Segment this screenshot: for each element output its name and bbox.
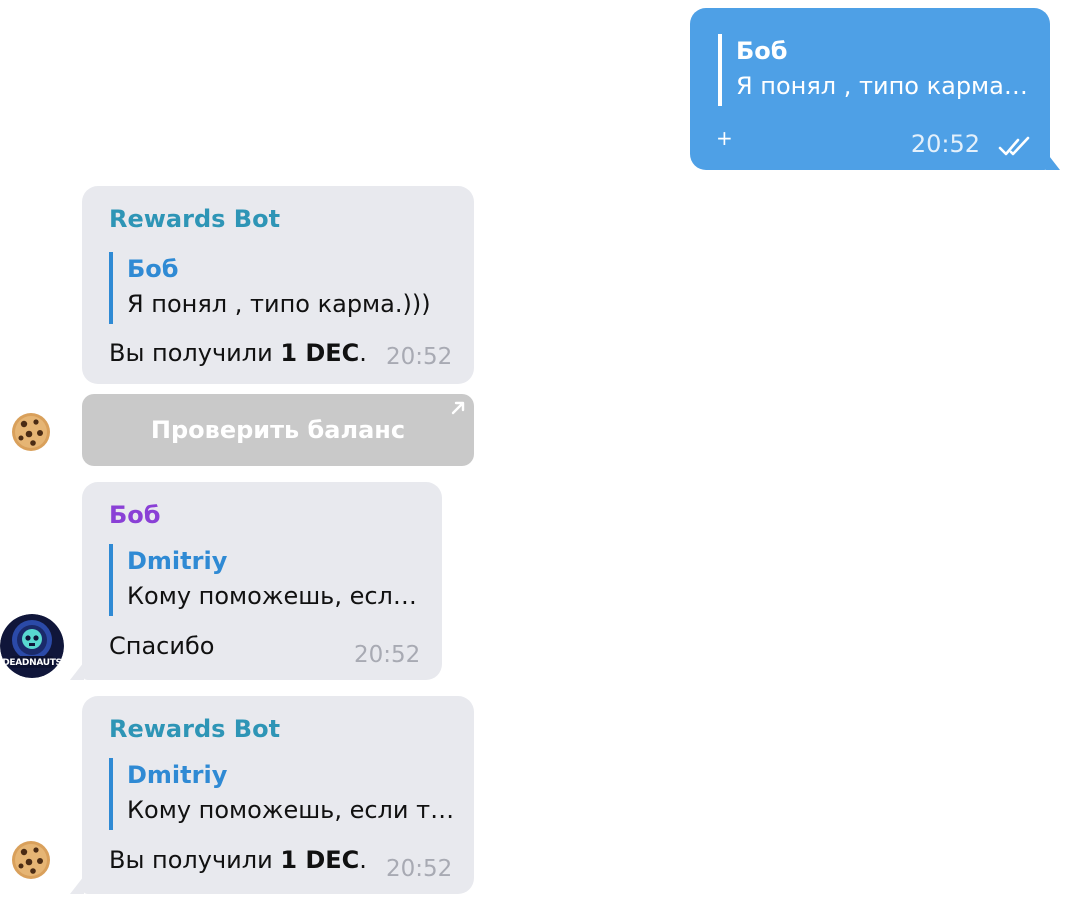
bubble-tail: [70, 662, 84, 680]
plus-icon: +: [716, 126, 733, 150]
reply-author: Dmitriy: [127, 547, 228, 575]
cookie-icon[interactable]: [11, 840, 51, 880]
bubble-tail: [70, 876, 84, 894]
chat-history: Боб Я понял , типо карма… + 20:52 Reward…: [0, 0, 1068, 902]
message-text: Спасибо: [109, 632, 215, 660]
reply-author: Боб: [127, 255, 179, 283]
bubble-tail: [1046, 152, 1060, 170]
sender-name[interactable]: Rewards Bot: [109, 712, 280, 746]
message-text-suffix: .: [359, 846, 367, 874]
reply-quote[interactable]: Dmitriy Кому поможешь, есл…: [109, 544, 417, 616]
reply-quote[interactable]: Боб Я понял , типо карма.))): [109, 252, 431, 324]
reply-quote[interactable]: Боб Я понял , типо карма…: [718, 34, 1028, 106]
user-message-bubble[interactable]: Боб Dmitriy Кому поможешь, есл… Спасибо …: [70, 482, 442, 680]
message-text-suffix: .: [359, 339, 367, 367]
reply-text: Кому поможешь, есл…: [127, 582, 417, 610]
deadnaut-avatar[interactable]: DEADNAUTS: [0, 614, 64, 678]
message-text: Вы получили 1 DEC.: [109, 843, 367, 877]
reply-text: Я понял , типо карма…: [736, 72, 1028, 100]
bot-message-bubble[interactable]: Rewards Bot Dmitriy Кому поможешь, если …: [70, 696, 474, 894]
check-balance-button[interactable]: Проверить баланс: [82, 394, 474, 466]
reply-author: Боб: [736, 37, 788, 65]
reply-author: Dmitriy: [127, 761, 228, 789]
message-text: Вы получили 1 DEC.: [109, 336, 367, 370]
message-time: 20:52: [910, 130, 980, 158]
bot-message-bubble[interactable]: Rewards Bot Боб Я понял , типо карма.)))…: [82, 186, 474, 384]
cookie-icon[interactable]: [11, 412, 51, 452]
avatar-text: DEADNAUTS: [2, 658, 62, 668]
outgoing-message-bubble[interactable]: Боб Я понял , типо карма… + 20:52: [690, 8, 1060, 170]
reply-text: Я понял , типо карма.))): [127, 290, 431, 318]
message-text-prefix: Вы получили: [109, 339, 281, 367]
reply-text: Кому поможешь, если т…: [127, 796, 455, 824]
message-time: 20:52: [354, 642, 421, 668]
reply-quote[interactable]: Dmitriy Кому поможешь, если т…: [109, 758, 454, 830]
double-check-icon: [998, 136, 1030, 156]
astronaut-skull-icon: [0, 614, 64, 678]
message-text-prefix: Вы получили: [109, 846, 281, 874]
sender-name[interactable]: Боб: [109, 498, 161, 532]
message-text-amount: 1 DEC: [280, 339, 360, 367]
button-label: Проверить баланс: [150, 416, 406, 444]
message-time: 20:52: [386, 856, 453, 882]
external-arrow-icon: [451, 401, 465, 415]
message-text-amount: 1 DEC: [280, 846, 360, 874]
sender-name[interactable]: Rewards Bot: [109, 202, 280, 236]
message-time: 20:52: [386, 344, 453, 370]
